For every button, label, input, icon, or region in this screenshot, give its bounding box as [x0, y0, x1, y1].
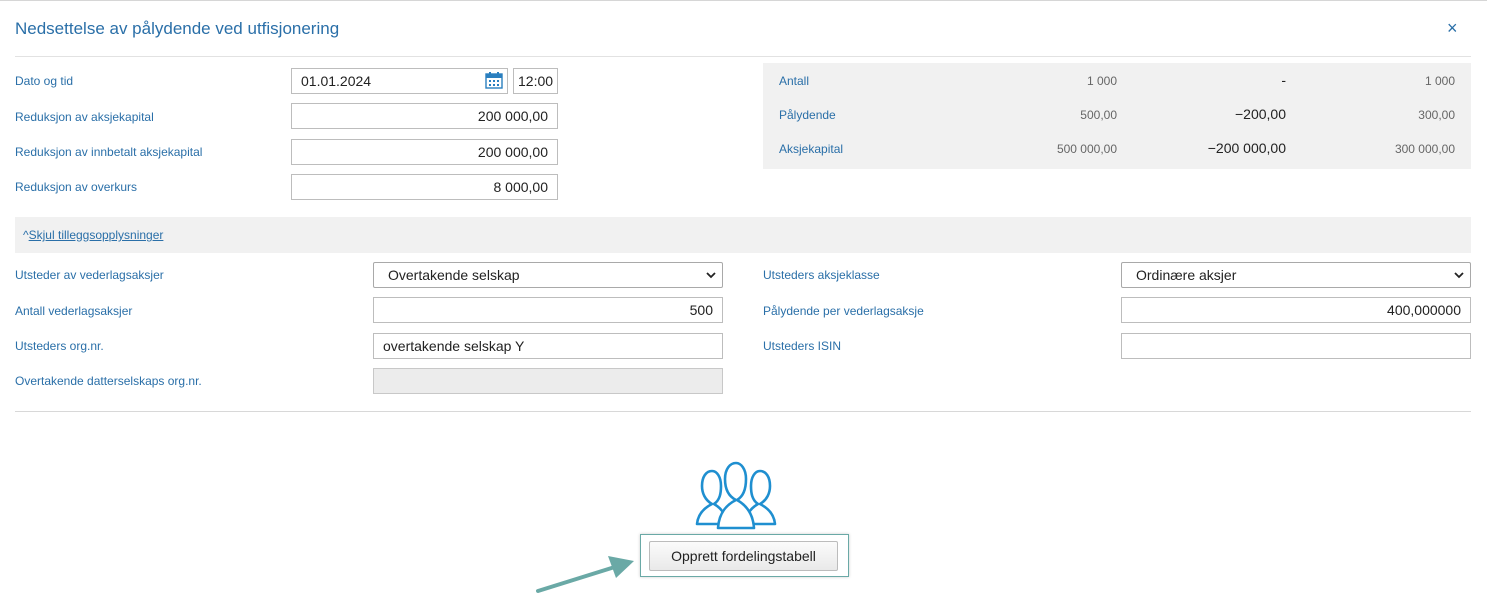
- summary-after-aksjekapital: 300 000,00: [1394, 142, 1455, 156]
- issuer-select[interactable]: Overtakende selskap: [373, 262, 723, 288]
- summary-change-palydende: −200,00: [1235, 106, 1286, 122]
- chevron-down-icon: [706, 272, 716, 279]
- summary-before-aksjekapital: 500 000,00: [1056, 142, 1117, 156]
- summary-label-aksjekapital: Aksjekapital: [779, 142, 844, 156]
- subsidiary-org-input: [373, 368, 723, 394]
- summary-label-palydende: Pålydende: [779, 108, 836, 122]
- issuer-select-value: Overtakende selskap: [388, 267, 520, 283]
- summary-after-palydende: 300,00: [1418, 108, 1455, 122]
- isin-input[interactable]: [1121, 333, 1471, 359]
- people-group-icon: [695, 461, 777, 530]
- reduction-capital-label: Reduksjon av aksjekapital: [15, 110, 154, 124]
- summary-before-antall: 1 000: [1086, 74, 1117, 88]
- nominal-input[interactable]: 400,000000: [1121, 297, 1471, 323]
- create-distribution-table-button[interactable]: Opprett fordelingstabell: [649, 541, 838, 571]
- reduction-premium-input[interactable]: 8 000,00: [291, 174, 558, 200]
- additional-info-toggle-bar: ^Skjul tilleggsopplysninger: [15, 217, 1471, 253]
- reduction-paid-label: Reduksjon av innbetalt aksjekapital: [15, 145, 203, 159]
- time-input[interactable]: 12:00: [513, 68, 558, 94]
- issuer-label: Utsteder av vederlagsaksjer: [15, 268, 164, 282]
- chevron-down-icon: [1454, 272, 1464, 279]
- isin-label: Utsteders ISIN: [763, 339, 842, 353]
- subsidiary-org-label: Overtakende datterselskaps org.nr.: [15, 374, 202, 388]
- date-input[interactable]: 01.01.2024: [291, 68, 508, 94]
- issuer-org-input[interactable]: overtakende selskap Y: [373, 333, 723, 359]
- dialog-top-border: [0, 0, 1487, 1]
- summary-change-antall: -: [1281, 72, 1286, 88]
- summary-label-antall: Antall: [779, 74, 810, 88]
- title-divider: [15, 56, 1471, 57]
- create-table-highlight: Opprett fordelingstabell: [640, 534, 849, 577]
- toggle-additional-info-label: Skjul tilleggsopplysninger: [28, 228, 164, 242]
- dialog-title: Nedsettelse av pålydende ved utfisjoneri…: [15, 19, 340, 38]
- share-class-label: Utsteders aksjeklasse: [763, 268, 880, 282]
- summary-after-antall: 1 000: [1424, 74, 1455, 88]
- issuer-org-label: Utsteders org.nr.: [15, 339, 104, 353]
- reduction-premium-label: Reduksjon av overkurs: [15, 180, 138, 194]
- summary-change-aksjekapital: −200 000,00: [1207, 140, 1286, 156]
- share-class-select-value: Ordinære aksjer: [1136, 267, 1237, 283]
- date-label: Dato og tid: [15, 74, 74, 88]
- calendar-icon[interactable]: [485, 71, 503, 89]
- close-icon[interactable]: ×: [1447, 18, 1458, 38]
- summary-panel: Antall 1 000 - 1 000 Pålydende 500,00 −2…: [763, 63, 1471, 169]
- count-input[interactable]: 500: [373, 297, 723, 323]
- nominal-label: Pålydende per vederlagsaksje: [763, 304, 924, 318]
- section-divider: [15, 411, 1471, 412]
- reduction-capital-input[interactable]: 200 000,00: [291, 103, 558, 129]
- count-label: Antall vederlagsaksjer: [15, 304, 133, 318]
- share-class-select[interactable]: Ordinære aksjer: [1121, 262, 1471, 288]
- toggle-additional-info-link[interactable]: ^Skjul tilleggsopplysninger: [23, 228, 163, 242]
- summary-before-palydende: 500,00: [1080, 108, 1117, 122]
- reduction-paid-input[interactable]: 200 000,00: [291, 139, 558, 165]
- annotation-arrow-icon: [536, 556, 634, 593]
